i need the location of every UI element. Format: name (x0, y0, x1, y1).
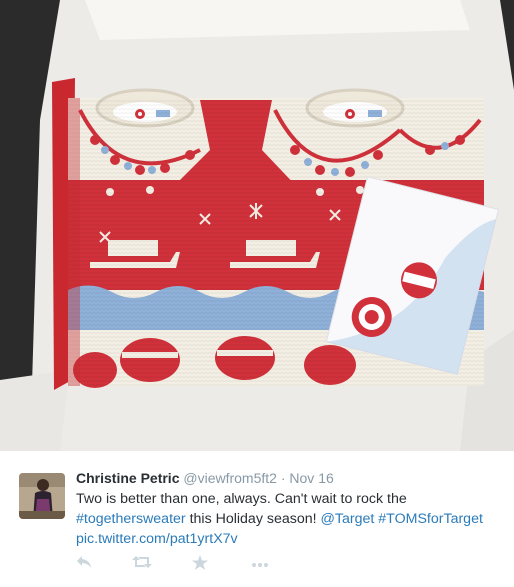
tweet-header: Christine Petric @viewfrom5ft2 · Nov 16 (76, 469, 506, 488)
tweet-photo[interactable]: TOMS (0, 0, 514, 451)
avatar[interactable] (19, 473, 65, 519)
reply-icon[interactable] (76, 555, 92, 574)
tweet-text-line-2: this Holiday season! (185, 511, 321, 527)
timestamp[interactable]: Nov 16 (289, 470, 333, 486)
pic-link[interactable]: pic.twitter.com/pat1yrtX7v (76, 531, 238, 547)
retweet-icon[interactable] (132, 555, 152, 574)
star-icon[interactable] (192, 555, 208, 575)
tweet-text-line-1: Two is better than one, always. Can't wa… (76, 491, 407, 507)
tweet: Christine Petric @viewfrom5ft2 · Nov 16 … (0, 451, 514, 587)
author-name[interactable]: Christine Petric (76, 470, 179, 486)
separator: · (280, 470, 286, 486)
sweater-box-image (0, 0, 514, 451)
author-handle[interactable]: @viewfrom5ft2 (183, 470, 277, 486)
hashtag-tomsfortarget[interactable]: #TOMSforTarget (378, 511, 483, 527)
mention-target[interactable]: @Target (321, 511, 375, 527)
hashtag-togethersweater[interactable]: #togethersweater (76, 511, 186, 527)
more-icon[interactable] (252, 555, 268, 573)
tweet-text: Two is better than one, always. Can't wa… (76, 489, 506, 549)
